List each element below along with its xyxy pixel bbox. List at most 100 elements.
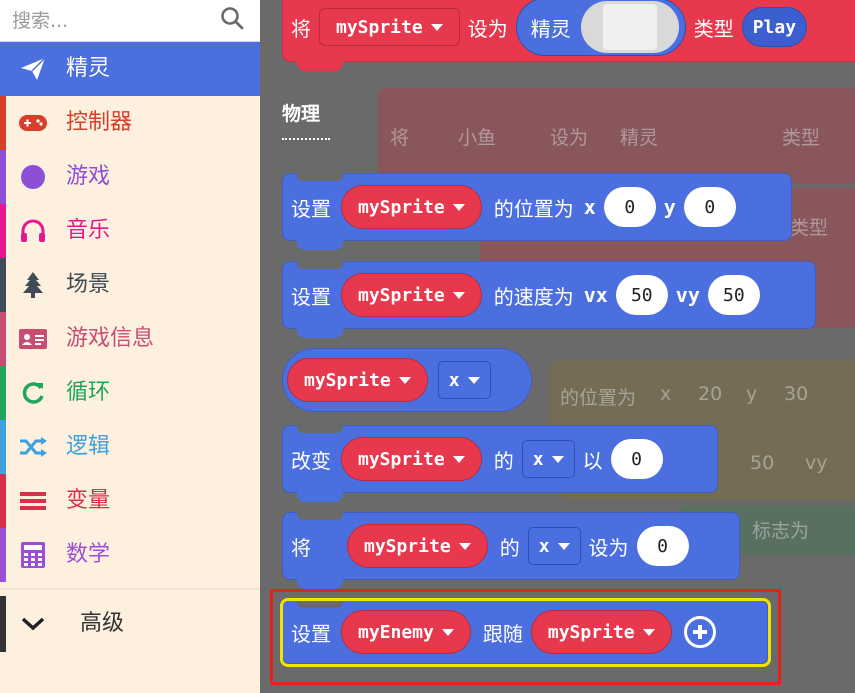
sprite-name: mySprite <box>358 196 445 218</box>
block-word: x <box>583 195 596 219</box>
dropdown-caret-icon <box>398 376 411 384</box>
ghost-label: 类型 <box>790 217 829 239</box>
dropdown-caret-icon <box>458 542 471 550</box>
ghost-label: 的位置为 <box>560 387 637 409</box>
block-set-sprite-kind[interactable]: 将 mySprite 设为 精灵 类型 Play <box>282 0 855 71</box>
category-math[interactable]: 数学 <box>0 528 260 582</box>
category-accent-bar <box>0 474 6 528</box>
calculator-icon <box>18 541 48 569</box>
category-label: 数学 <box>66 542 111 567</box>
ghost-label: y <box>746 383 758 405</box>
block-word: 的位置为 <box>493 196 574 221</box>
tree-icon <box>18 271 48 299</box>
sprite-image-picker[interactable] <box>580 1 679 53</box>
category-accent-bar <box>0 96 6 150</box>
block-word: 将 <box>291 16 311 41</box>
category-game[interactable]: 游戏 <box>0 150 260 204</box>
sprite-dropdown[interactable]: mySprite <box>319 8 460 46</box>
block-connector <box>297 327 343 338</box>
vx-number-input[interactable]: 50 <box>615 275 668 315</box>
category-music[interactable]: 音乐 <box>0 204 260 258</box>
property-dropdown[interactable]: x <box>527 527 581 565</box>
sprite-dropdown[interactable]: mySprite <box>341 185 482 229</box>
block-change-property[interactable]: 改变 mySprite 的 x 以 0 <box>282 425 718 502</box>
block-connector <box>297 578 343 589</box>
property-dropdown[interactable]: x <box>521 440 575 478</box>
sprite-name: mySprite <box>364 535 451 557</box>
block-set-property[interactable]: 将 mySprite 的 x 设为 0 <box>282 512 740 589</box>
block-connector <box>297 60 343 71</box>
block-word: 设置 <box>291 284 331 309</box>
block-word: 改变 <box>291 448 331 473</box>
ghost-label: x <box>660 383 672 405</box>
flyout-section-underline <box>282 138 330 140</box>
vy-number-input[interactable]: 50 <box>707 275 760 315</box>
ghost-label: 小鱼 <box>458 127 497 149</box>
set-value-input[interactable]: 0 <box>636 526 689 566</box>
block-word: 设置 <box>291 196 331 221</box>
ghost-label: 30 <box>784 383 809 405</box>
paper-plane-icon <box>18 55 48 83</box>
category-label: 高级 <box>80 611 125 636</box>
category-label: 逻辑 <box>66 434 111 459</box>
category-controller[interactable]: 控制器 <box>0 96 260 150</box>
category-sprites[interactable]: 精灵 <box>0 42 260 96</box>
search-icon[interactable] <box>218 4 246 32</box>
category-loops[interactable]: 循环 <box>0 366 260 420</box>
category-accent-bar <box>0 204 6 258</box>
block-word: 精灵 <box>530 16 571 41</box>
ghost-label: 将 <box>390 127 410 149</box>
property-value: x <box>448 369 460 391</box>
sprite-dropdown[interactable]: mySprite <box>341 273 482 317</box>
block-word: y <box>663 195 676 219</box>
category-info[interactable]: 游戏信息 <box>0 312 260 366</box>
kind-value: Play <box>752 16 797 38</box>
change-value-input[interactable]: 0 <box>610 439 663 479</box>
ghost-label: 设为 <box>550 127 589 149</box>
category-logic[interactable]: 逻辑 <box>0 420 260 474</box>
property-value: x <box>538 535 550 557</box>
headphones-icon <box>18 217 48 245</box>
circle-icon <box>18 163 48 191</box>
sprite-dropdown[interactable]: mySprite <box>287 358 428 402</box>
category-label: 音乐 <box>66 218 111 243</box>
blocks-workspace[interactable]: 将 小鱼 设为 精灵 类型 类型 的位置为 x 20 y 30 50 vy 标志… <box>260 0 855 693</box>
dropdown-caret-icon <box>430 23 443 31</box>
category-variables[interactable]: 变量 <box>0 474 260 528</box>
category-scene[interactable]: 场景 <box>0 258 260 312</box>
category-accent-bar <box>0 150 6 204</box>
block-word: vy <box>675 283 700 307</box>
category-label: 变量 <box>66 488 111 513</box>
ghost-label: 类型 <box>782 127 821 149</box>
annotation-highlight-yellow <box>280 598 771 667</box>
category-label: 游戏 <box>66 164 111 189</box>
category-label: 场景 <box>66 272 111 297</box>
block-connector <box>297 512 343 520</box>
category-accent-bar <box>0 420 6 474</box>
category-advanced[interactable]: 高级 <box>0 596 260 652</box>
sprite-dropdown[interactable]: mySprite <box>347 524 488 568</box>
shuffle-icon <box>18 433 48 461</box>
refresh-icon <box>18 379 48 407</box>
block-word: 类型 <box>693 16 734 41</box>
category-label: 控制器 <box>66 110 133 135</box>
block-set-position[interactable]: 设置 mySprite 的位置为 x 0 y 0 <box>282 173 792 250</box>
y-number-input[interactable]: 0 <box>683 187 736 227</box>
category-accent-bar <box>0 258 6 312</box>
kind-dropdown[interactable]: Play <box>741 7 808 47</box>
sprite-name: mySprite <box>358 448 445 470</box>
category-label: 循环 <box>66 380 111 405</box>
block-set-velocity[interactable]: 设置 mySprite 的速度为 vx 50 vy 50 <box>282 261 816 338</box>
search-input[interactable] <box>12 6 212 36</box>
property-dropdown[interactable]: x <box>437 361 491 399</box>
block-sprite-property[interactable]: mySprite x <box>282 348 532 412</box>
search-box <box>0 0 260 42</box>
block-connector <box>297 239 343 250</box>
x-number-input[interactable]: 0 <box>603 187 656 227</box>
sprite-kind-reporter[interactable]: 精灵 <box>515 0 686 56</box>
toolbox-sidebar: 精灵 控制器 游戏 音乐 场景 游戏信息 <box>0 0 260 693</box>
block-word: vx <box>583 283 608 307</box>
block-connector <box>297 425 343 433</box>
dropdown-caret-icon <box>452 203 465 211</box>
sprite-dropdown[interactable]: mySprite <box>341 437 482 481</box>
